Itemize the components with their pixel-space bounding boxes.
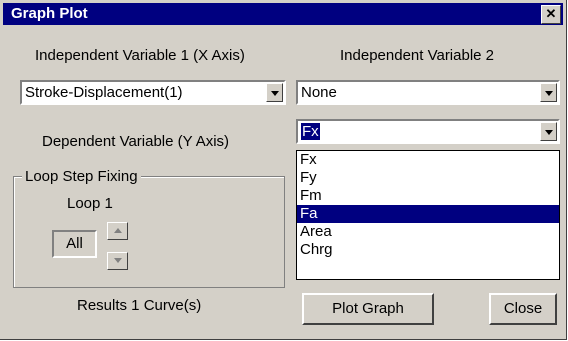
y-axis-value: Fx [300,122,321,141]
y-axis-select[interactable]: Fx [296,119,560,144]
dropdown-option[interactable]: Fm [297,187,559,205]
chevron-down-icon[interactable] [266,83,283,102]
independent-variable-2-label: Independent Variable 2 [340,47,495,64]
close-button[interactable]: Close [489,293,557,325]
title-bar[interactable]: Graph Plot ✕ [3,3,563,25]
dropdown-option[interactable]: Area [297,223,559,241]
loop-step-group-title: Loop Step Fixing [22,168,141,185]
spin-down-button[interactable] [107,252,128,270]
dropdown-option-selected[interactable]: Fa [297,205,559,223]
independent-variable-1-label: Independent Variable 1 (X Axis) [35,47,245,64]
y-axis-dropdown-list[interactable]: Fx Fy Fm Fa Area Chrg [296,150,560,280]
dropdown-option[interactable]: Fy [297,169,559,187]
loop-1-label: Loop 1 [67,195,113,212]
plot-graph-button[interactable]: Plot Graph [302,293,434,325]
dependent-variable-label: Dependent Variable (Y Axis) [42,133,230,150]
variable-2-select[interactable]: None [296,80,560,105]
y-axis-value-wrap: Fx [300,122,321,141]
x-axis-select[interactable]: Stroke-Displacement(1) [20,80,286,105]
dropdown-option[interactable]: Fx [297,151,559,169]
arrow-down-icon [114,258,122,263]
spin-up-button[interactable] [107,222,128,240]
chevron-down-icon[interactable] [540,122,557,141]
arrow-up-icon [114,228,122,233]
x-axis-value: Stroke-Displacement(1) [25,84,183,101]
results-status: Results 1 Curve(s) [77,297,202,314]
dropdown-option[interactable]: Chrg [297,241,559,259]
loop-value-field[interactable]: All [52,230,97,258]
chevron-down-icon[interactable] [540,83,557,102]
window-title: Graph Plot [11,5,88,22]
variable-2-value: None [301,84,337,101]
close-window-icon[interactable]: ✕ [541,5,561,24]
graph-plot-dialog: Graph Plot ✕ Independent Variable 1 (X A… [0,0,567,340]
